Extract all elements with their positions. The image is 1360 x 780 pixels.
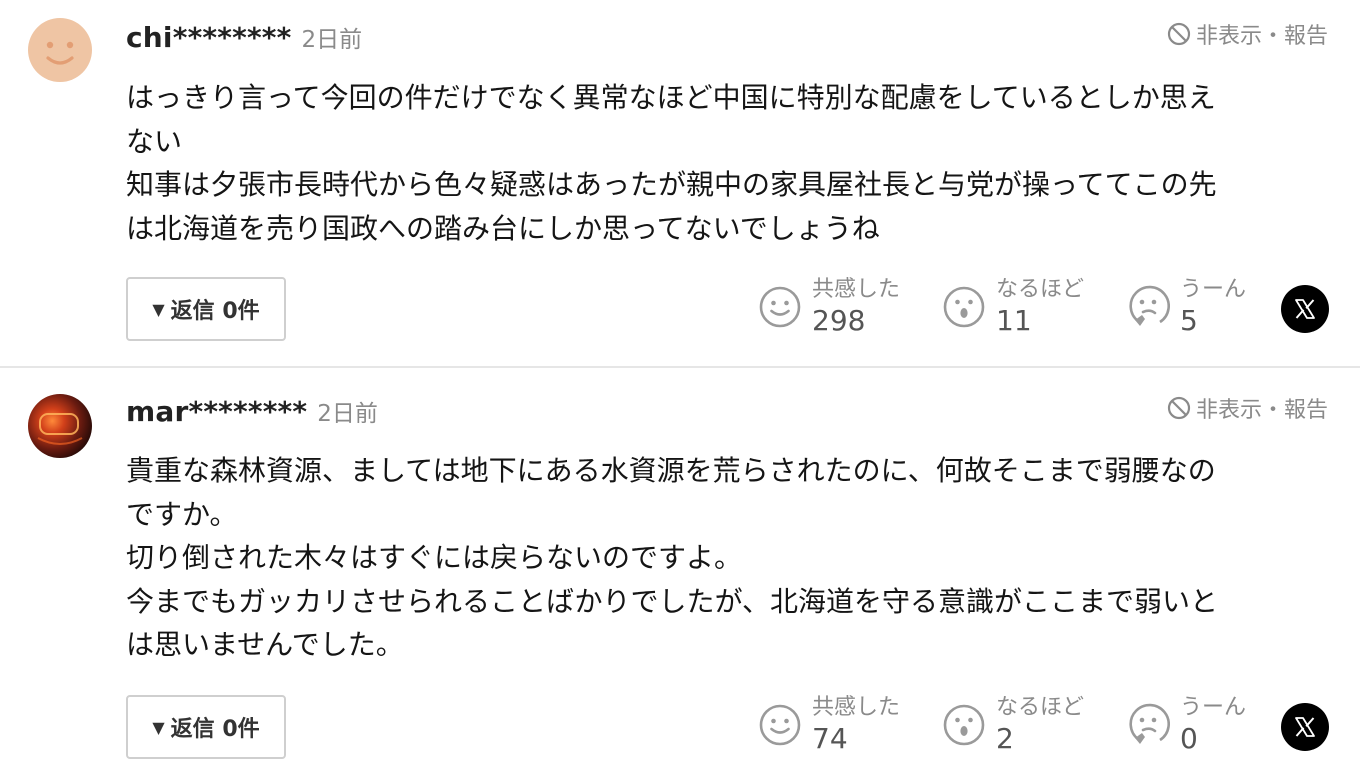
prohibit-icon — [1167, 396, 1191, 420]
comment-item: chi******** 2日前 非表示・報告 はっきり言って今回の件だけでなく異… — [0, 0, 1360, 366]
username[interactable]: mar******** — [126, 395, 307, 428]
reaction-label: なるほど — [996, 695, 1085, 720]
hide-report-button[interactable]: 非表示・報告 — [1166, 392, 1328, 424]
comment-line: ですか。 — [126, 497, 238, 531]
comment-item: mar******** 2日前 非表示・報告 貴重な森林資源、ましては地下にある… — [0, 368, 1360, 780]
reaction-count: 5 — [1180, 304, 1198, 337]
x-logo-icon — [1295, 717, 1315, 737]
reaction-bar: 共感した 298 なるほど 11 うーん 5 — [758, 276, 1310, 338]
avatar[interactable] — [28, 18, 92, 82]
comment-line: は思いませんでした。 — [126, 628, 404, 661]
reaction-insight-button[interactable]: なるほど 2 — [942, 694, 1126, 756]
reaction-count: 11 — [996, 304, 1032, 337]
comment-header: mar******** 2日前 — [126, 394, 378, 434]
avatar[interactable] — [28, 394, 92, 458]
reaction-label: 共感した — [812, 277, 901, 302]
reaction-label: なるほど — [996, 277, 1085, 302]
reply-button[interactable]: ▼ 返信 0件 — [126, 277, 286, 341]
thinking-face-icon — [1129, 285, 1170, 326]
reaction-label: うーん — [1180, 695, 1247, 720]
reply-button[interactable]: ▼ 返信 0件 — [126, 695, 286, 759]
reaction-label: 共感した — [812, 695, 901, 720]
comment-line: ない — [126, 124, 183, 158]
photo-avatar-icon — [37, 413, 83, 445]
comment-header: chi******** 2日前 — [126, 20, 362, 60]
smiley-avatar-icon — [46, 41, 74, 65]
timestamp: 2日前 — [317, 401, 378, 427]
hide-report-label: 非表示・報告 — [1195, 398, 1328, 423]
hide-report-label: 非表示・報告 — [1195, 24, 1328, 49]
comment-line: 貴重な森林資源、ましては地下にある水資源を荒らされたのに、何故そこまで弱腰なの — [126, 454, 1216, 487]
reply-label: 返信 0件 — [170, 717, 260, 742]
smile-face-icon — [759, 286, 801, 328]
share-x-button[interactable] — [1281, 703, 1329, 751]
comment-line: 今までもガッカリさせられることばかりでしたが、北海道を守る意識がここまで弱いと — [126, 584, 1219, 618]
comment-line: 切り倒された木々はすぐには戻らないのですよ。 — [126, 541, 743, 574]
comment-line: はっきり言って今回の件だけでなく異常なほど中国に特別な配慮をしているとしか思え — [126, 81, 1216, 114]
reaction-count: 2 — [996, 722, 1014, 755]
comment-line: 知事は夕張市長時代から色々疑惑はあったが親中の家具屋社長と与党が操っててこの先 — [126, 168, 1217, 201]
comment-body: 貴重な森林資源、ましては地下にある水資源を荒らされたのに、何故そこまで弱腰なの … — [126, 449, 1326, 667]
comment-body: はっきり言って今回の件だけでなく異常なほど中国に特別な配慮をしているとしか思え … — [126, 76, 1326, 250]
reaction-bar: 共感した 74 なるほど 2 うーん 0 — [758, 694, 1310, 756]
reaction-count: 0 — [1180, 722, 1198, 755]
reaction-empathy-button[interactable]: 共感した 298 — [758, 276, 942, 338]
thinking-face-icon — [1129, 703, 1170, 744]
hide-report-button[interactable]: 非表示・報告 — [1166, 18, 1328, 50]
share-x-button[interactable] — [1281, 285, 1329, 333]
reaction-label: うーん — [1180, 277, 1247, 302]
surprised-face-icon — [943, 286, 985, 328]
comment-line: は北海道を売り国政への踏み台にしか思ってないでしょうね — [126, 211, 880, 245]
x-logo-icon — [1295, 299, 1315, 319]
reaction-insight-button[interactable]: なるほど 11 — [942, 276, 1126, 338]
reaction-empathy-button[interactable]: 共感した 74 — [758, 694, 942, 756]
reaction-count: 74 — [812, 722, 848, 755]
caret-down-icon: ▼ — [152, 717, 165, 737]
username[interactable]: chi******** — [126, 21, 291, 54]
prohibit-icon — [1167, 22, 1191, 46]
timestamp: 2日前 — [301, 27, 363, 53]
surprised-face-icon — [943, 704, 985, 746]
reaction-count: 298 — [812, 304, 866, 337]
caret-down-icon: ▼ — [152, 299, 165, 319]
smile-face-icon — [759, 704, 801, 746]
reply-label: 返信 0件 — [170, 299, 260, 324]
